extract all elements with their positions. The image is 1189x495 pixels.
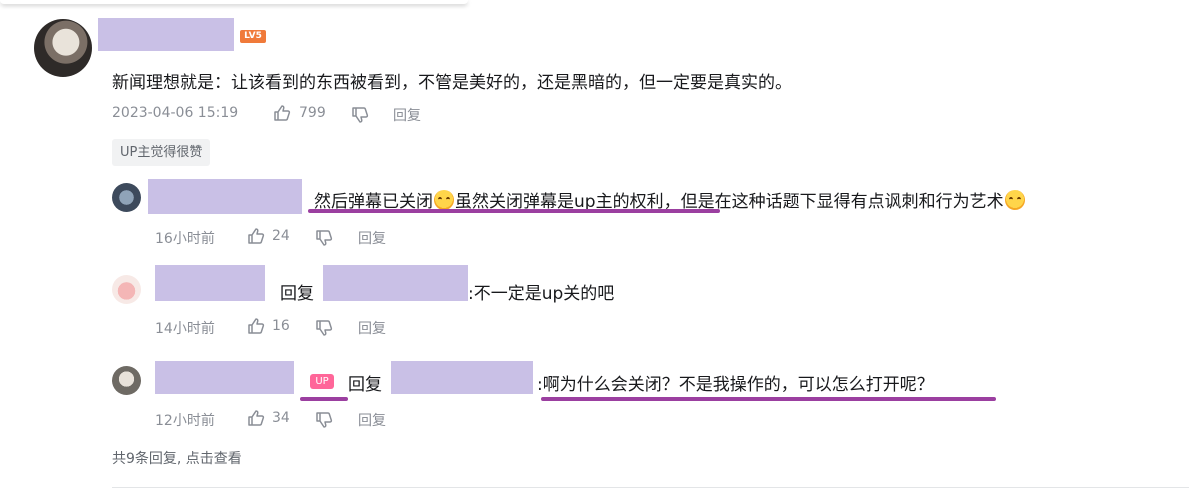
username-redacted[interactable]	[148, 179, 302, 214]
laughing-emoji-icon	[1004, 190, 1025, 210]
reply-time: 14小时前	[155, 321, 215, 337]
reply-word: 回复	[280, 284, 314, 304]
reply-word: 回复	[348, 375, 382, 395]
reply-time: 12小时前	[155, 413, 215, 429]
username-redacted[interactable]	[155, 265, 265, 301]
thumbs-down-icon[interactable]	[351, 106, 369, 124]
up-liked-tag: UP主觉得很赞	[112, 139, 211, 166]
reply-button[interactable]: 回复	[393, 105, 421, 125]
thumbs-down-icon[interactable]	[315, 411, 333, 429]
mentioned-username-redacted[interactable]	[391, 361, 533, 394]
reply-time: 16小时前	[155, 231, 215, 247]
reply-button[interactable]: 回复	[358, 228, 386, 248]
username-redacted[interactable]	[155, 361, 294, 394]
comment-text: 新闻理想就是：让该看到的东西被看到，不管是美好的，还是黑暗的，但一定要是真实的。	[112, 73, 792, 93]
highlight-underline	[300, 397, 348, 401]
thumbs-down-icon[interactable]	[315, 319, 333, 337]
avatar[interactable]	[112, 366, 141, 395]
thumbs-up-icon[interactable]	[247, 317, 265, 335]
username-redacted[interactable]	[98, 18, 234, 51]
mentioned-username-redacted[interactable]	[323, 265, 468, 301]
level-badge: LV5	[240, 30, 266, 43]
like-count: 34	[272, 410, 290, 426]
popup-edge	[0, 0, 468, 4]
up-badge: UP	[310, 374, 334, 389]
divider	[112, 487, 1189, 488]
highlight-underline	[308, 209, 720, 213]
highlight-underline	[541, 397, 996, 401]
reply-text: :不一定是up关的吧	[468, 284, 615, 304]
like-count: 16	[272, 318, 290, 334]
avatar[interactable]	[112, 275, 141, 304]
reply-button[interactable]: 回复	[358, 410, 386, 430]
thumbs-up-icon[interactable]	[273, 104, 291, 122]
reply-text: :啊为什么会关闭？不是我操作的，可以怎么打开呢？	[537, 375, 934, 395]
view-more-replies-link[interactable]: 共9条回复, 点击查看	[112, 448, 242, 468]
thumbs-down-icon[interactable]	[315, 229, 333, 247]
avatar[interactable]	[112, 183, 141, 212]
reply-button[interactable]: 回复	[358, 318, 386, 338]
avatar[interactable]	[34, 19, 92, 77]
thumbs-up-icon[interactable]	[247, 409, 265, 427]
laughing-emoji-icon	[434, 190, 454, 210]
thumbs-up-icon[interactable]	[247, 227, 265, 245]
comment-date: 2023-04-06 15:19	[112, 105, 239, 121]
like-count: 799	[299, 105, 326, 121]
like-count: 24	[272, 228, 290, 244]
